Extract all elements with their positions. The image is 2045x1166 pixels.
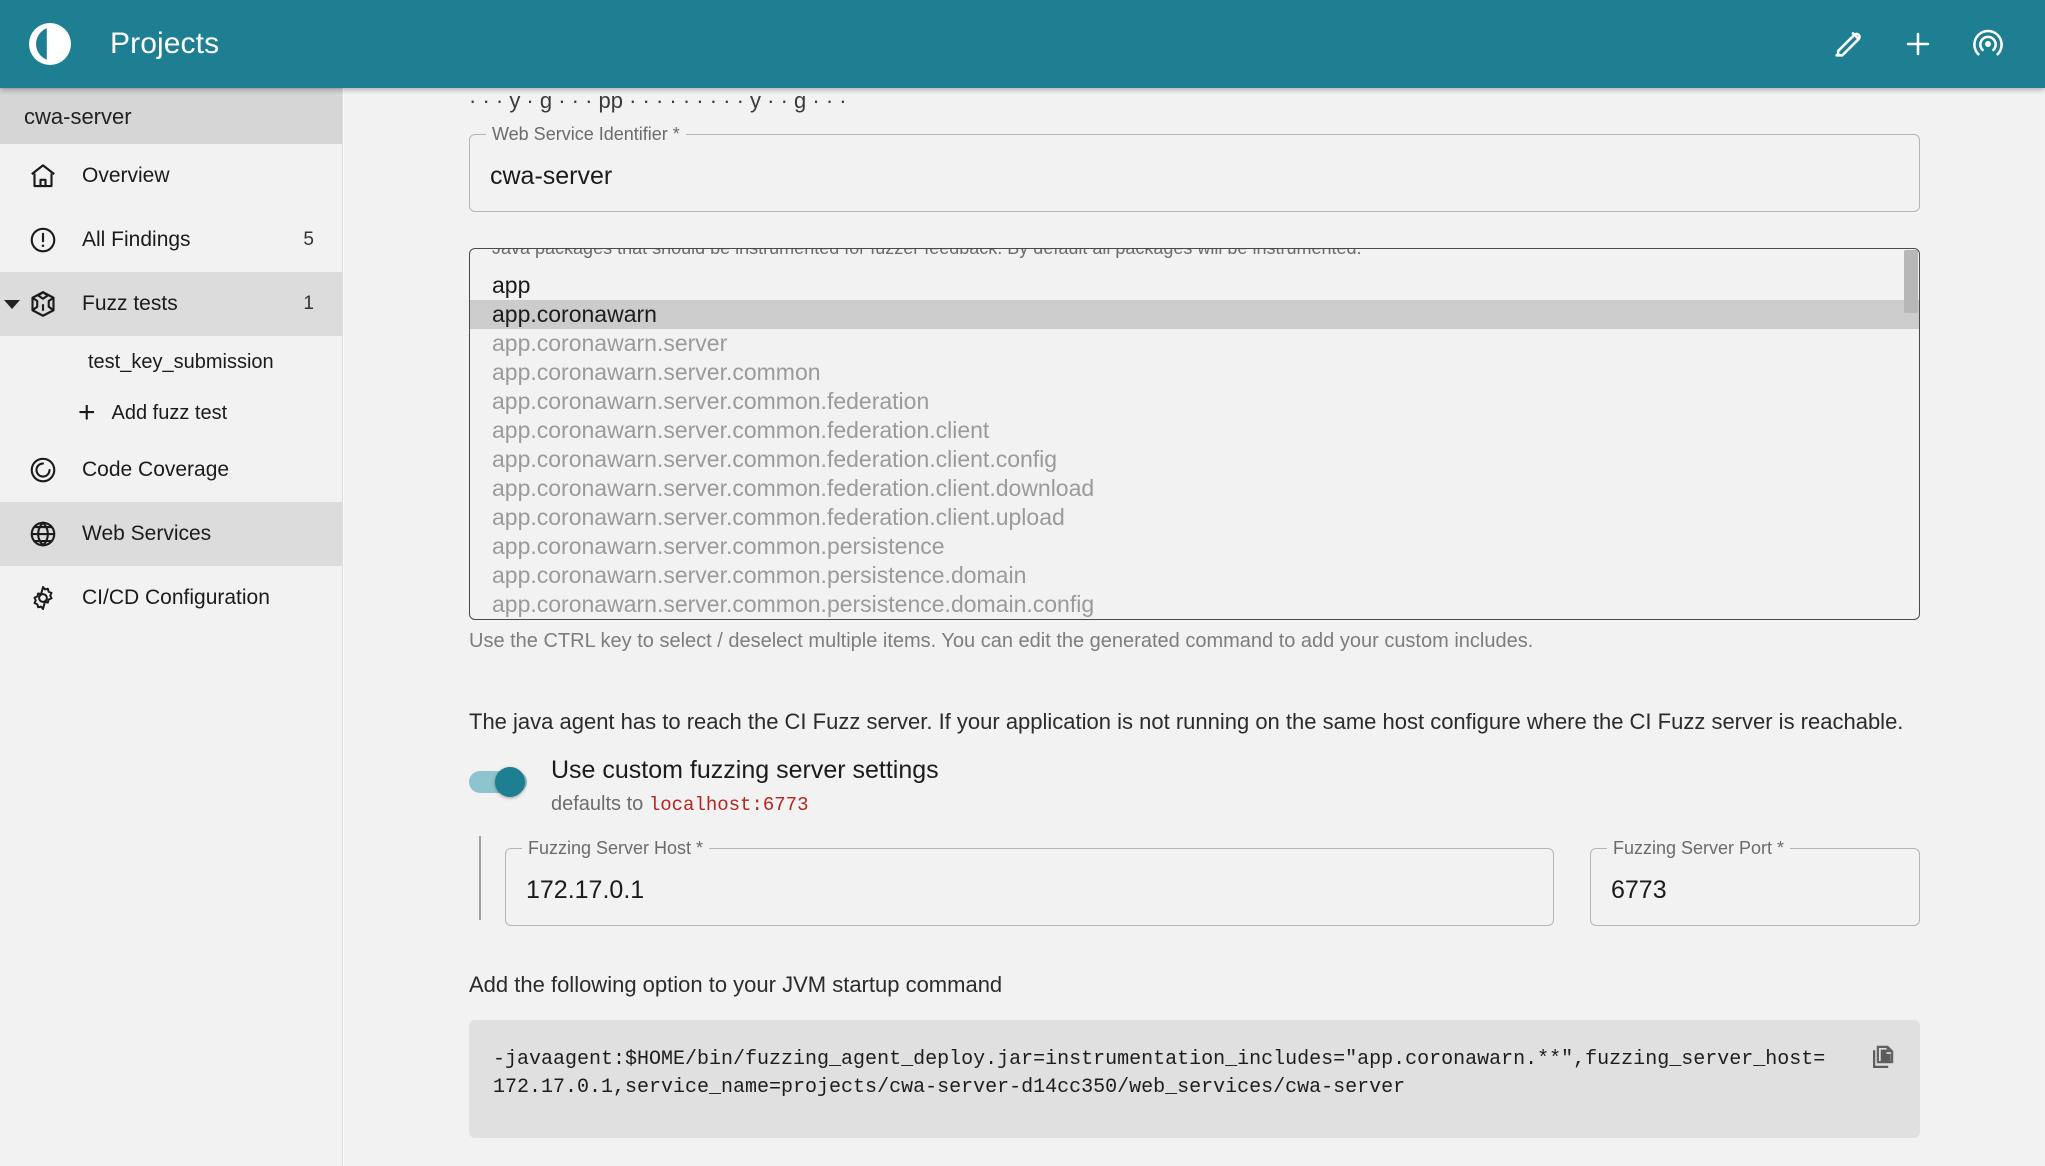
field-legend: Web Service Identifier * <box>486 124 686 145</box>
toggle-thumb <box>495 767 525 797</box>
sidebar: cwa-server Overview All Findings 5 Fuzz … <box>0 88 343 1166</box>
footer-prefix: If your application uses <box>469 1162 700 1166</box>
toggle-sub-code: localhost:6773 <box>648 793 809 816</box>
sidebar-item-label: Overview <box>82 164 170 187</box>
edit-button[interactable] <box>1813 9 1883 79</box>
pencil-icon <box>1831 27 1865 61</box>
web-service-identifier-field[interactable]: Web Service Identifier * cwa-server <box>469 124 1920 212</box>
use-custom-fuzzing-server-toggle[interactable] <box>469 767 527 797</box>
list-item[interactable]: app.coronawarn.server.common.federation.… <box>470 416 1919 445</box>
toggle-sub-prefix: defaults to <box>551 792 649 815</box>
fuzzing-target-button[interactable] <box>1953 9 2023 79</box>
project-name: cwa-server <box>24 103 132 129</box>
sidebar-item-count: 5 <box>303 229 314 250</box>
sidebar-subitem-test-key-submission[interactable]: test_key_submission <box>0 336 342 388</box>
jvm-command-heading: Add the following option to your JVM sta… <box>469 971 1003 997</box>
field-legend: Java packages that should be instrumente… <box>486 249 1368 259</box>
appbar-actions <box>1813 9 2023 79</box>
fuzzing-server-settings: Fuzzing Server Host * 172.17.0.1 Fuzzing… <box>469 830 1920 926</box>
main-content: · · · y · g · · · pp · · · · · · · · · y… <box>344 88 2045 1166</box>
list-item[interactable]: app.coronawarn.server.common.federation.… <box>470 474 1919 503</box>
copy-command-button[interactable] <box>1860 1034 1906 1080</box>
fuzzing-server-host-field[interactable]: Fuzzing Server Host * 172.17.0.1 <box>505 837 1554 926</box>
add-button[interactable] <box>1883 9 1953 79</box>
plus-icon: + <box>78 396 96 429</box>
list-item[interactable]: app.coronawarn.server.common.persistence… <box>470 561 1919 590</box>
toggle-text-group: Use custom fuzzing server settings defau… <box>551 756 939 816</box>
sidebar-project-header[interactable]: cwa-server <box>0 88 342 144</box>
app-bar: Projects <box>0 0 2045 88</box>
fuzzing-server-port-input[interactable]: 6773 <box>1611 875 1899 905</box>
add-fuzz-test-button[interactable]: + Add fuzz test <box>0 388 342 438</box>
gear-icon <box>26 581 60 615</box>
sidebar-item-label: Code Coverage <box>82 458 230 481</box>
sidebar-item-label: All Findings <box>82 228 191 251</box>
toggle-sublabel: defaults to localhost:6773 <box>551 793 939 816</box>
clipped-text-above: · · · y · g · · · pp · · · · · · · · · y… <box>469 88 847 113</box>
add-fuzz-test-label: Add fuzz test <box>111 401 228 424</box>
list-item[interactable]: app.coronawarn.server.common.federation.… <box>470 503 1919 532</box>
field-legend: Fuzzing Server Port * <box>1607 837 1791 859</box>
sidebar-item-cicd-configuration[interactable]: CI/CD Configuration <box>0 566 342 630</box>
sidebar-item-label: Fuzz tests <box>82 292 178 315</box>
page-title: Projects <box>110 27 220 60</box>
subitem-label: test_key_submission <box>88 350 274 373</box>
sidebar-item-fuzz-tests[interactable]: Fuzz tests 1 <box>0 272 342 336</box>
fuzzing-server-port-field[interactable]: Fuzzing Server Port * 6773 <box>1590 837 1920 926</box>
list-item[interactable]: app.coronawarn.server.common.federation <box>470 387 1919 416</box>
content-inner: · · · y · g · · · pp · · · · · · · · · y… <box>344 88 2045 1166</box>
chevron-down-icon[interactable] <box>4 299 20 309</box>
sidebar-item-count: 1 <box>303 293 314 314</box>
list-item[interactable]: app.coronawarn.server.common.federation.… <box>470 445 1919 474</box>
globe-icon <box>26 517 60 551</box>
sidebar-item-overview[interactable]: Overview <box>0 144 342 208</box>
alert-circle-icon <box>26 223 60 257</box>
plus-icon <box>1901 27 1935 61</box>
java-agent-paragraph: The java agent has to reach the CI Fuzz … <box>469 709 1904 734</box>
list-item[interactable]: app.coronawarn.server.common.persistence… <box>470 590 1919 619</box>
home-icon <box>26 159 60 193</box>
cube-icon <box>26 287 60 321</box>
indent-guide-line <box>479 835 481 920</box>
code-intelligence-logo-icon[interactable] <box>26 20 74 68</box>
list-item[interactable]: app.coronawarn.server.common.persistence <box>470 532 1919 561</box>
list-item[interactable]: app.coronawarn.server.common <box>470 358 1919 387</box>
java-packages-listbox-field[interactable]: Java packages that should be instrumente… <box>469 248 1920 620</box>
copy-icon <box>1868 1042 1898 1072</box>
sidebar-item-code-coverage[interactable]: Code Coverage <box>0 438 342 502</box>
java-opts-footer: If your application uses JAVA_OPTS to se… <box>469 1162 1920 1166</box>
jvm-command-code-block: -javaagent:$HOME/bin/fuzzing_agent_deplo… <box>469 1019 1920 1138</box>
packages-hint: Use the CTRL key to select / deselect mu… <box>469 630 1534 652</box>
coverage-circle-icon <box>26 453 60 487</box>
web-service-identifier-input[interactable]: cwa-server <box>490 161 1899 191</box>
sidebar-item-web-services[interactable]: Web Services <box>0 502 342 566</box>
list-item[interactable]: app <box>470 271 1919 300</box>
sidebar-item-label: Web Services <box>82 522 212 545</box>
custom-server-toggle-row: Use custom fuzzing server settings defau… <box>469 756 1920 816</box>
sidebar-item-all-findings[interactable]: All Findings 5 <box>0 208 342 272</box>
jvm-command-text[interactable]: -javaagent:$HOME/bin/fuzzing_agent_deplo… <box>493 1046 1830 1103</box>
field-legend: Fuzzing Server Host * <box>522 837 710 859</box>
sidebar-item-label: CI/CD Configuration <box>82 586 270 609</box>
listbox-scrollbar-thumb[interactable] <box>1904 250 1918 313</box>
java-packages-listbox[interactable]: app app.coronawarn app.coronawarn.server… <box>470 271 1919 619</box>
list-item[interactable]: app.coronawarn <box>470 300 1919 329</box>
listbox-scrollbar[interactable] <box>1903 249 1919 619</box>
list-item[interactable]: app.coronawarn.server <box>470 329 1919 358</box>
footer-suffix: to set JVM options add the following lin… <box>803 1162 1407 1166</box>
fuzzing-server-host-input[interactable]: 172.17.0.1 <box>526 875 1533 905</box>
toggle-label: Use custom fuzzing server settings <box>551 756 939 784</box>
radar-icon <box>1971 27 2005 61</box>
